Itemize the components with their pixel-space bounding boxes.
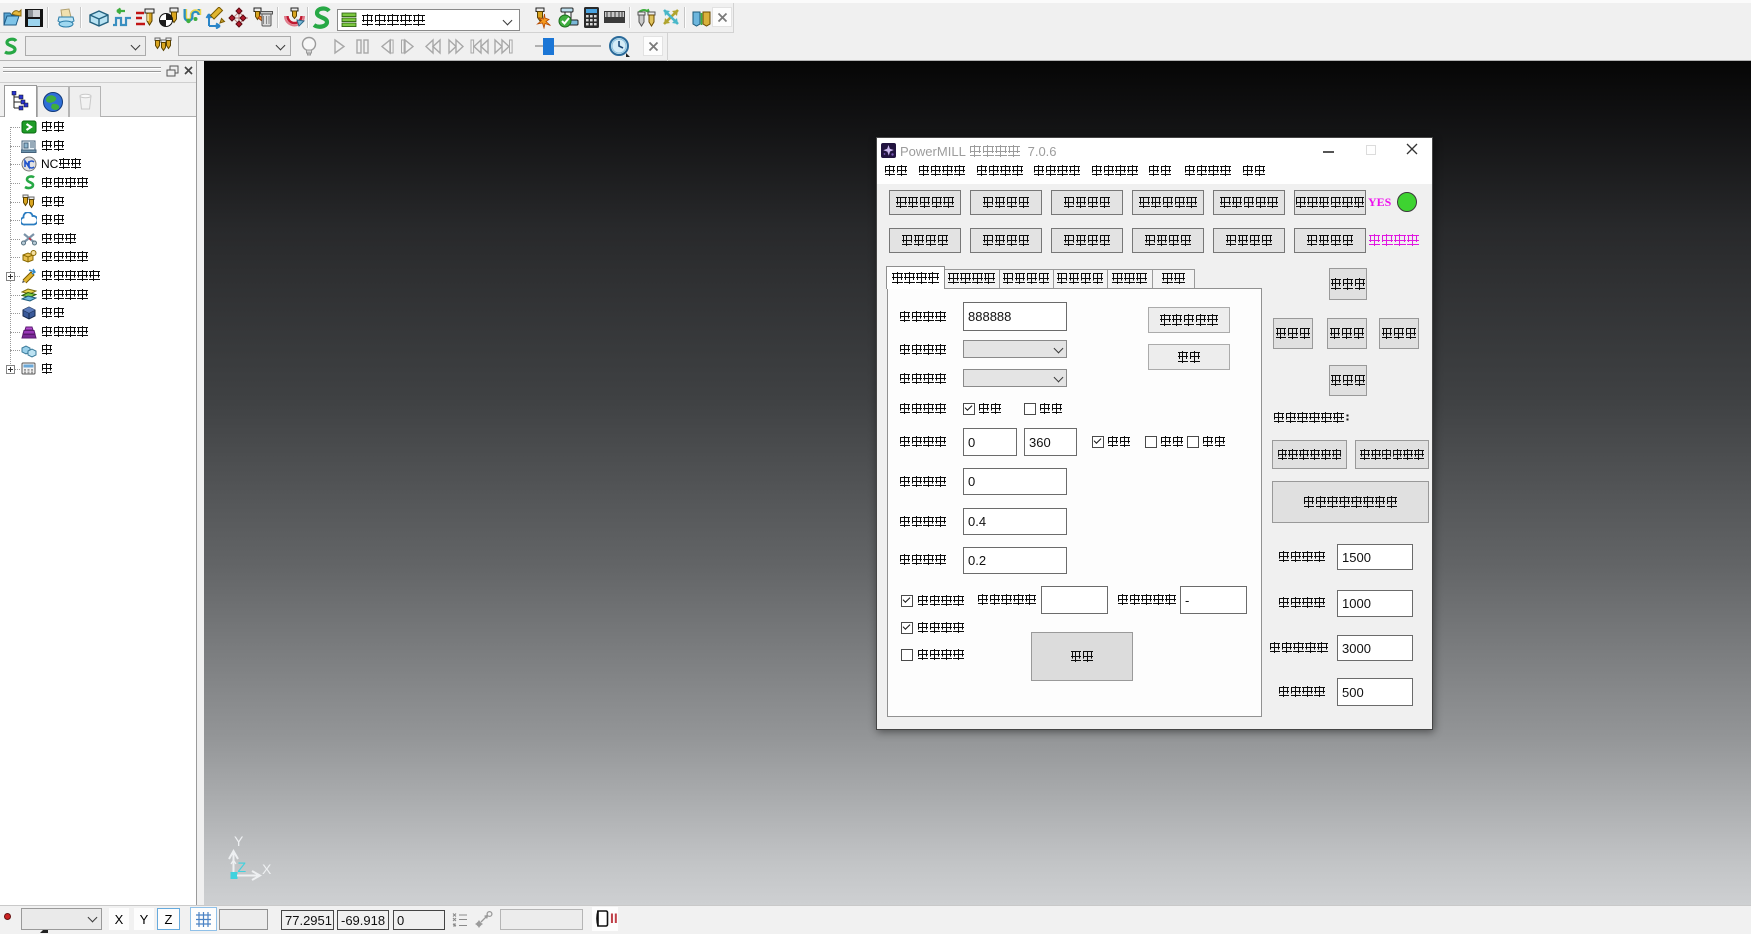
svg-text:Y: Y — [234, 833, 244, 849]
svg-text:Z: Z — [238, 859, 247, 875]
svg-text:X: X — [262, 861, 272, 877]
